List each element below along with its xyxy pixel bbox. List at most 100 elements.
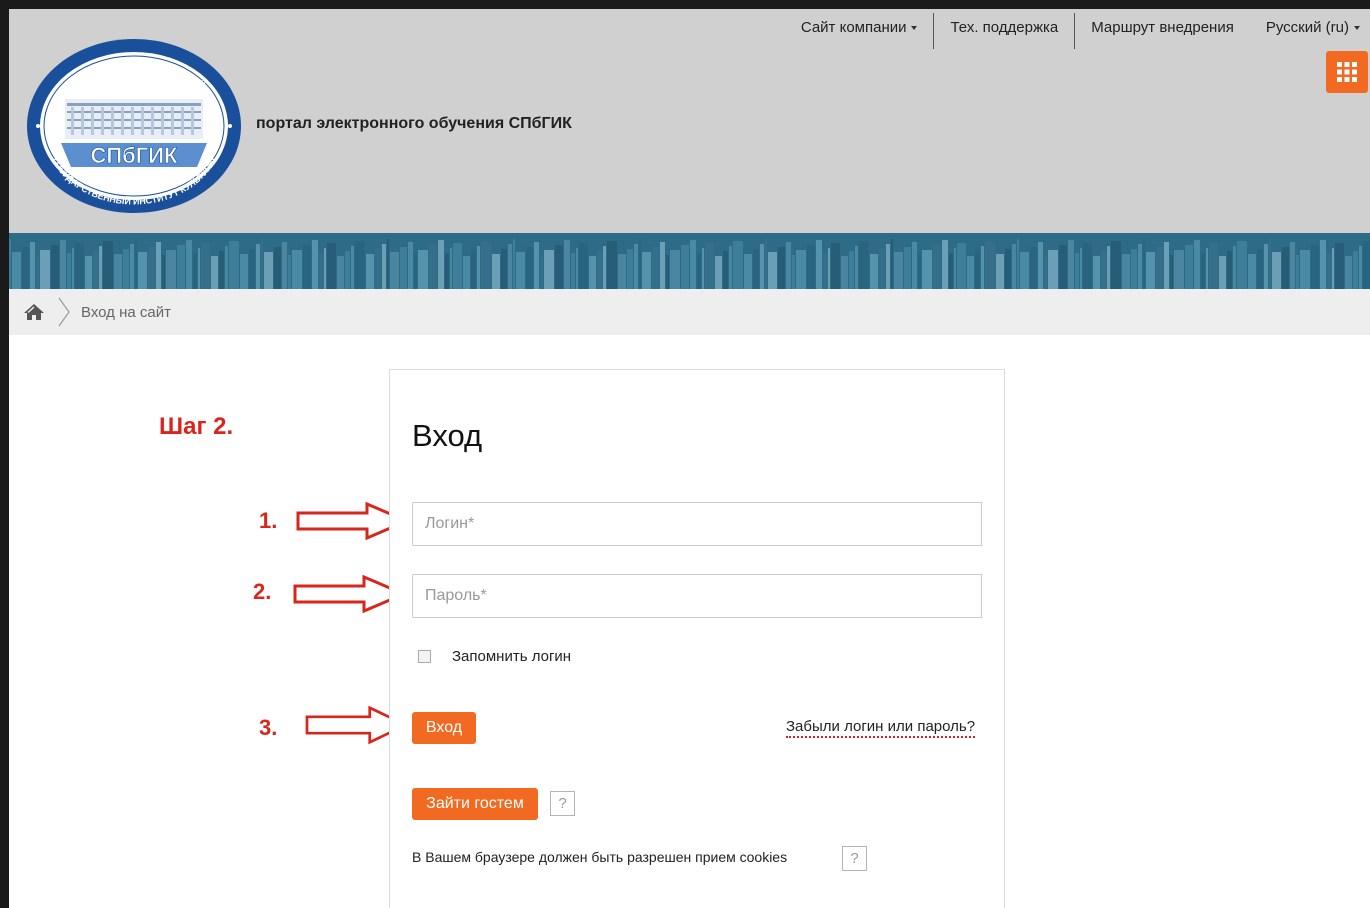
book-spine (274, 247, 281, 289)
forgot-credentials-link[interactable]: Забыли логин или пароль? (786, 718, 976, 738)
book-spine (597, 251, 602, 289)
book-spine (513, 239, 515, 289)
book-spine (1174, 250, 1184, 289)
book-spine (957, 243, 966, 289)
book-spine (72, 248, 74, 289)
book-spine (1017, 239, 1019, 289)
book-spine (211, 256, 218, 289)
book-spine (324, 248, 326, 289)
book-spine (1138, 244, 1142, 289)
book-spine (390, 252, 399, 289)
book-spine (240, 254, 248, 289)
book-spine (702, 248, 704, 289)
book-spine (414, 255, 417, 289)
book-spine (831, 243, 840, 289)
book-spine (954, 248, 956, 289)
book-spine (429, 245, 437, 289)
book-spine (579, 243, 588, 289)
book-spine (918, 255, 921, 289)
site-title[interactable]: портал электронного обучения СПбГИК (256, 115, 572, 133)
book-spine (99, 246, 102, 289)
screenshot-frame: САНКТ-ПЕТЕРБУРГСКИЙ ГОСУДАРСТВЕННЫЙ ИНСТ… (0, 0, 1370, 908)
book-spine (337, 256, 344, 289)
book-spine (1080, 248, 1082, 289)
book-spine (1201, 253, 1205, 289)
login-button[interactable]: Вход (412, 712, 476, 744)
language-selector[interactable]: Русский (ru) (1250, 13, 1370, 49)
password-placeholder: Пароль* (425, 587, 487, 604)
remember-login-checkbox[interactable] (418, 650, 431, 663)
chevron-right-icon (58, 297, 70, 327)
book-spine (886, 244, 890, 289)
book-spine (879, 249, 885, 289)
book-spine (660, 242, 665, 289)
remember-login-label[interactable]: Запомнить логин (452, 648, 571, 665)
book-spine (1359, 246, 1362, 289)
book-spine (508, 244, 512, 289)
nav-implementation-route[interactable]: Маршрут внедрения (1075, 13, 1250, 49)
book-spine (975, 251, 980, 289)
book-spine (36, 255, 39, 289)
book-spine (1075, 253, 1079, 289)
nav-tech-support-label: Тех. поддержка (950, 19, 1059, 36)
book-spine (177, 245, 185, 289)
cookies-help-icon[interactable]: ? (842, 846, 867, 871)
book-spine (697, 253, 701, 289)
book-spine (744, 254, 752, 289)
username-input[interactable]: Логин* (412, 502, 982, 546)
book-spine (1048, 250, 1058, 289)
breadcrumb: Вход на сайт (9, 289, 1370, 335)
guest-login-button[interactable]: Зайти гостем (412, 788, 538, 820)
book-spine (1170, 255, 1173, 289)
book-spine (1311, 245, 1319, 289)
page-header: САНКТ-ПЕТЕРБУРГСКИЙ ГОСУДАРСТВЕННЫЙ ИНСТ… (9, 9, 1370, 233)
book-spine (292, 250, 302, 289)
book-spine (753, 249, 759, 289)
book-spine (327, 243, 336, 289)
password-input[interactable]: Пароль* (412, 574, 982, 618)
nav-tech-support[interactable]: Тех. поддержка (934, 13, 1074, 49)
book-spine (786, 242, 791, 289)
bookshelf-banner (9, 233, 1370, 289)
book-spine (1044, 255, 1047, 289)
book-spine (219, 251, 224, 289)
book-spine (841, 256, 848, 289)
book-spine (618, 254, 626, 289)
home-icon[interactable] (23, 302, 45, 322)
book-spine (555, 245, 563, 289)
book-spine (1005, 249, 1011, 289)
book-spine (1248, 254, 1256, 289)
book-spine (642, 252, 651, 289)
book-spine (607, 241, 617, 289)
book-spine (823, 253, 827, 289)
book-spine (148, 247, 155, 289)
book-spine (1107, 246, 1110, 289)
book-spine (51, 245, 59, 289)
book-spine (733, 241, 743, 289)
book-spine (1272, 252, 1281, 289)
book-spine (198, 248, 200, 289)
book-spine (760, 244, 764, 289)
institute-logo[interactable]: САНКТ-ПЕТЕРБУРГСКИЙ ГОСУДАРСТВЕННЫЙ ИНСТ… (25, 37, 243, 215)
book-spine (1030, 247, 1037, 289)
book-spine (114, 254, 122, 289)
login-title: Вход (412, 418, 483, 453)
book-spine (492, 254, 500, 289)
book-spine (796, 250, 806, 289)
book-spine (1111, 241, 1121, 289)
book-spine (1290, 242, 1295, 289)
book-spine (1233, 246, 1236, 289)
book-spine (855, 246, 858, 289)
book-spine (1264, 244, 1268, 289)
book-spine (166, 250, 176, 289)
book-spine (1093, 256, 1100, 289)
guest-help-icon[interactable]: ? (550, 791, 575, 816)
book-spine (75, 243, 84, 289)
nav-company-site[interactable]: Сайт компании (785, 13, 934, 49)
book-spine (540, 255, 543, 289)
book-spine (666, 255, 669, 289)
book-spine (9, 239, 11, 289)
book-spine (193, 253, 197, 289)
apps-grid-button[interactable] (1326, 51, 1368, 93)
book-spine (261, 239, 263, 289)
